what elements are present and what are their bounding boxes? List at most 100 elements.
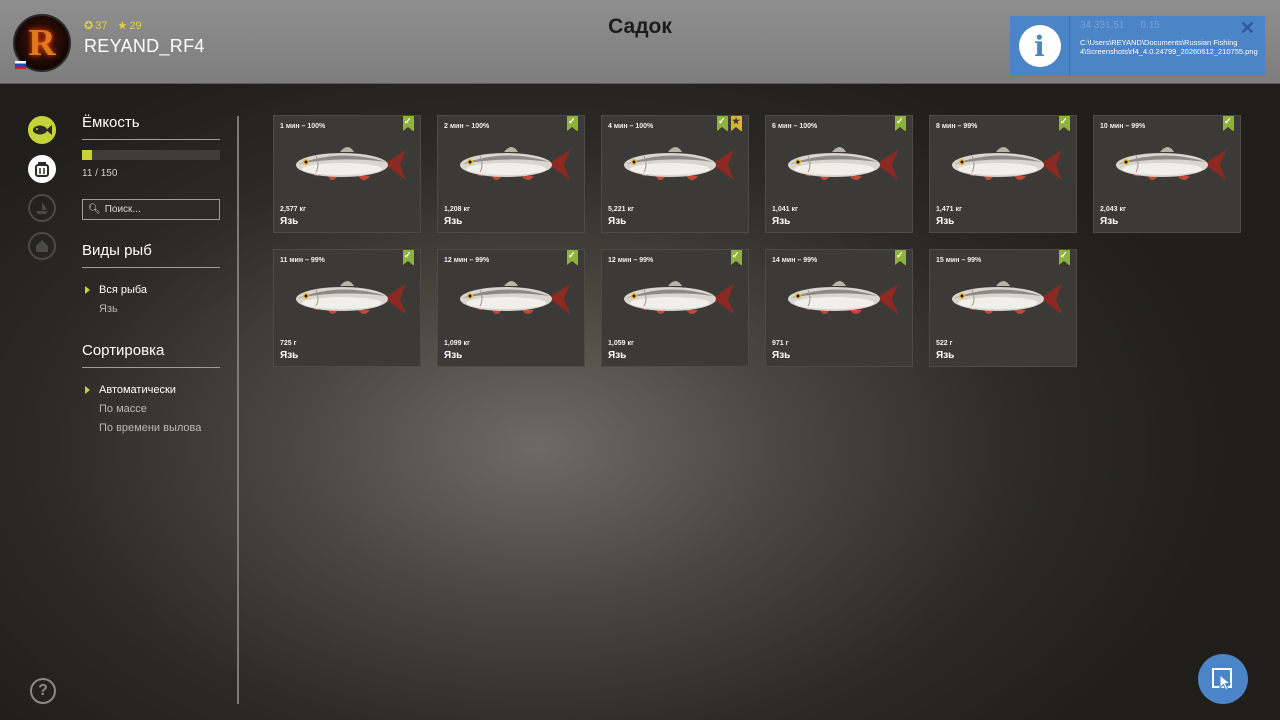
catch-time: 1 мин – 100% [280, 123, 326, 130]
cursor-icon [1212, 668, 1232, 691]
catch-card[interactable]: 15 мин – 99% ✓ 522 г Язь [929, 249, 1077, 367]
capacity-title: Ёмкость [82, 114, 220, 140]
panel-divider [237, 116, 239, 704]
kept-badge-icon: ✓ [731, 250, 742, 265]
catch-card[interactable]: 10 мин – 99% ✓ 2,043 кг Язь [1093, 115, 1241, 233]
capacity-bar [82, 150, 220, 160]
ide-fish-image [460, 281, 570, 314]
sort-list: Автоматически По массе По времени вылова [82, 382, 220, 439]
catch-weight: 2,577 кг [280, 206, 306, 213]
kept-badge-icon: ✓ [1223, 116, 1234, 131]
catch-weight: 1,041 кг [772, 206, 798, 213]
catch-weight: 1,208 кг [444, 206, 470, 213]
catch-card[interactable]: 6 мин – 100% ✓ 1,041 кг Язь [765, 115, 913, 233]
catch-card[interactable]: 12 мин – 99% ✓ 1,059 кг Язь [601, 249, 749, 367]
catch-species: Язь [444, 350, 463, 361]
catch-time: 12 мин – 99% [444, 257, 490, 264]
catch-time: 12 мин – 99% [608, 257, 654, 264]
ide-fish-image [460, 147, 570, 180]
catch-weight: 1,059 кг [608, 340, 634, 347]
fish-icon[interactable] [28, 116, 56, 144]
player-stats: ✪ 37 ★ 29 [84, 19, 142, 32]
catch-time: 14 мин – 99% [772, 257, 818, 264]
catch-species: Язь [608, 216, 627, 227]
sort-title: Сортировка [82, 342, 220, 368]
boat-icon[interactable] [28, 194, 56, 222]
ide-fish-image [296, 147, 406, 180]
sort-option-label: По времени вылова [99, 422, 202, 434]
top-bar: R ✪ 37 ★ 29 REYAND_RF4 Садок i 34 331,51 0… [0, 0, 1280, 84]
catch-species: Язь [444, 216, 463, 227]
search-input[interactable]: 🔍︎ Поиск... [82, 199, 220, 220]
catch-weight: 1,099 кг [444, 340, 470, 347]
catch-time: 4 мин – 100% [608, 123, 654, 130]
page-title: Садок [608, 15, 672, 38]
cursor-mode-button[interactable] [1198, 654, 1248, 704]
ide-fish-image [624, 281, 734, 314]
username: REYAND_RF4 [84, 36, 205, 56]
catch-card[interactable]: 14 мин – 99% ✓ 971 г Язь [765, 249, 913, 367]
catch-weight: 2,043 кг [1100, 206, 1126, 213]
catch-card[interactable]: 11 мин – 99% ✓ 725 г Язь [273, 249, 421, 367]
catch-weight: 1,471 кг [936, 206, 962, 213]
info-icon: i [1018, 25, 1061, 67]
kept-badge-icon: ✓ [717, 116, 728, 131]
sort-option-item[interactable]: По массе [82, 401, 220, 420]
sort-option-item[interactable]: По времени вылова [82, 420, 220, 439]
species-title: Виды рыб [82, 242, 220, 268]
ide-fish-image [1116, 147, 1226, 180]
side-panel: Ёмкость 11 / 150 🔍︎ Поиск... Виды рыб Вс… [82, 114, 220, 439]
catch-weight: 725 г [280, 340, 297, 347]
catch-time: 6 мин – 100% [772, 123, 818, 130]
ide-fish-image [788, 147, 898, 180]
search-placeholder: Поиск... [104, 204, 141, 215]
catch-weight: 971 г [772, 340, 789, 347]
russia-flag-icon [15, 61, 26, 69]
coin-icon: ✪ [84, 20, 94, 32]
kept-badge-icon: ✓ [1059, 250, 1070, 265]
keepnet-icon[interactable] [28, 155, 56, 183]
kept-badge-icon: ✓ [895, 116, 906, 131]
catch-card[interactable]: 2 мин – 100% ✓ 1,208 кг Язь [437, 115, 585, 233]
catch-time: 2 мин – 100% [444, 123, 490, 130]
kept-badge-icon: ✓ [895, 250, 906, 265]
capacity-text: 11 / 150 [82, 168, 118, 179]
catch-species: Язь [936, 350, 955, 361]
catch-time: 11 мин – 99% [280, 257, 325, 264]
species-list: Вся рыба Язь [82, 282, 220, 320]
species-item[interactable]: Вся рыба [82, 282, 220, 301]
notification-stat-a: 34 331,51 [1080, 20, 1125, 31]
help-icon[interactable]: ? [30, 678, 56, 704]
catch-weight: 5,221 кг [608, 206, 634, 213]
catch-species: Язь [772, 216, 791, 227]
level-stat: ★ 29 [117, 20, 142, 32]
selected-marker-icon [85, 386, 90, 394]
sort-option-item[interactable]: Автоматически [82, 382, 220, 401]
screenshot-notification[interactable]: i 34 331,51 0,15 C:\Users\REYAND\Documen… [1010, 16, 1265, 76]
selected-marker-icon [85, 286, 90, 294]
notification-icon-box: i [1010, 16, 1070, 76]
notification-stat-b: 0,15 [1140, 20, 1160, 31]
catch-card[interactable]: 8 мин – 99% ✓ 1,471 кг Язь [929, 115, 1077, 233]
ide-fish-image [952, 281, 1062, 314]
kept-badge-icon: ✓ [567, 116, 578, 131]
ide-fish-image [952, 147, 1062, 180]
close-icon[interactable]: ✕ [1240, 18, 1255, 39]
catch-time: 15 мин – 99% [936, 257, 982, 264]
catch-species: Язь [280, 350, 299, 361]
sort-option-label: Автоматически [99, 384, 176, 396]
catch-species: Язь [1100, 216, 1119, 227]
ide-fish-image [296, 281, 406, 314]
home-icon[interactable] [28, 232, 56, 260]
kept-badge-icon: ✓ [403, 250, 414, 265]
species-item[interactable]: Язь [82, 301, 220, 320]
catch-card[interactable]: 1 мин – 100% ✓ 2,577 кг Язь [273, 115, 421, 233]
catch-card[interactable]: 12 мин – 99% ✓ 1,099 кг Язь [437, 249, 585, 367]
catch-species: Язь [936, 216, 955, 227]
search-icon: 🔍︎ [88, 204, 101, 215]
species-label: Язь [99, 303, 118, 315]
catch-card[interactable]: 4 мин – 100% ✓ ★ 5,221 кг Язь [601, 115, 749, 233]
trophy-star-icon: ★ [731, 116, 742, 131]
catch-species: Язь [608, 350, 627, 361]
catch-species: Язь [772, 350, 791, 361]
